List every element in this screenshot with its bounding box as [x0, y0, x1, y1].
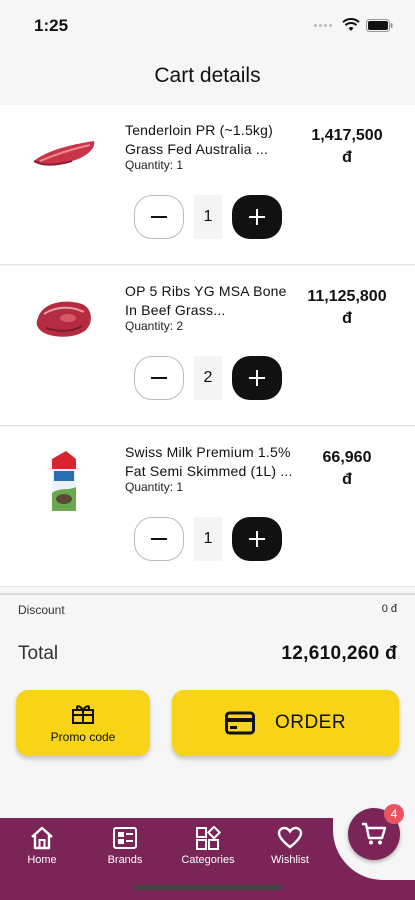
nav-label: Home	[27, 854, 57, 866]
item-price: 66,960 đ	[297, 447, 397, 491]
status-time: 1:25	[34, 16, 69, 35]
wifi-icon	[342, 18, 360, 31]
decrease-button[interactable]	[134, 195, 184, 239]
nav-item-brands[interactable]: Brands	[85, 826, 165, 866]
product-image	[36, 301, 91, 337]
item-quantity: Quantity: 1	[125, 158, 184, 172]
discount-value: 0 đ	[381, 603, 397, 615]
cart-count-badge: 4	[384, 804, 404, 824]
price-value: 11,125,800	[307, 288, 387, 305]
brands-icon	[113, 827, 137, 849]
increase-button[interactable]	[232, 517, 282, 561]
battery-icon	[366, 18, 393, 32]
price-currency: đ	[342, 310, 352, 327]
nav-label: Brands	[107, 854, 143, 866]
quantity-stepper: 1	[134, 195, 282, 239]
order-button[interactable]: ORDER	[172, 690, 399, 756]
product-image	[33, 141, 95, 166]
item-price: 1,417,500 đ	[297, 125, 397, 169]
shopping-cart-icon	[362, 822, 387, 845]
order-label: ORDER	[274, 712, 347, 733]
decrease-button[interactable]	[134, 517, 184, 561]
cart-item: OP 5 Ribs YG MSA Bone In Beef Grass... Q…	[0, 266, 415, 426]
status-icons	[314, 18, 393, 32]
price-value: 1,417,500	[311, 127, 383, 144]
price-currency: đ	[342, 471, 352, 488]
decrease-button[interactable]	[134, 356, 184, 400]
heart-icon	[277, 826, 303, 849]
total-label: Total	[18, 643, 59, 664]
product-image	[52, 451, 76, 511]
quantity-value: 1	[194, 195, 222, 239]
promo-code-label: Promo code	[50, 730, 116, 744]
quantity-stepper: 1	[134, 517, 282, 561]
nav-label: Wishlist	[271, 854, 309, 866]
quantity-value: 2	[194, 356, 222, 400]
item-name: Swiss Milk Premium 1.5% Fat Semi Skimmed…	[125, 444, 293, 479]
promo-code-button[interactable]: Promo code	[16, 690, 150, 756]
price-value: 66,960	[322, 449, 372, 466]
home-indicator	[134, 885, 282, 890]
nav-item-wishlist[interactable]: Wishlist	[250, 826, 330, 866]
nav-item-categories[interactable]: Categories	[168, 826, 248, 866]
item-price: 11,125,800 đ	[297, 286, 397, 330]
cart-fab-button[interactable]: 4	[348, 804, 404, 860]
page-title: Cart details	[154, 64, 261, 87]
price-currency: đ	[342, 149, 352, 166]
summary-divider	[0, 593, 415, 595]
minus-icon	[151, 538, 167, 540]
nav-label: Categories	[181, 854, 235, 866]
cart-list: Tenderloin PR (~1.5kg) Grass Fed Austral…	[0, 105, 415, 587]
minus-icon	[151, 216, 167, 218]
increase-button[interactable]	[232, 195, 282, 239]
nav-item-home[interactable]: Home	[2, 826, 82, 866]
credit-card-icon	[224, 711, 255, 735]
total-value: 12,610,260 đ	[281, 643, 397, 664]
item-name: OP 5 Ribs YG MSA Bone In Beef Grass...	[125, 283, 287, 318]
increase-button[interactable]	[232, 356, 282, 400]
status-bar: 1:25	[0, 0, 415, 50]
home-icon	[31, 826, 53, 850]
minus-icon	[151, 377, 167, 379]
quantity-stepper: 2	[134, 356, 282, 400]
quantity-value: 1	[194, 517, 222, 561]
item-quantity: Quantity: 1	[125, 480, 184, 494]
discount-label: Discount	[18, 603, 65, 617]
cart-item: Tenderloin PR (~1.5kg) Grass Fed Austral…	[0, 105, 415, 265]
categories-icon	[196, 826, 221, 850]
cart-item: Swiss Milk Premium 1.5% Fat Semi Skimmed…	[0, 427, 415, 587]
item-name: Tenderloin PR (~1.5kg) Grass Fed Austral…	[125, 122, 273, 157]
item-quantity: Quantity: 2	[125, 319, 184, 333]
signal-dots-icon	[314, 23, 332, 27]
gift-icon	[72, 705, 94, 724]
